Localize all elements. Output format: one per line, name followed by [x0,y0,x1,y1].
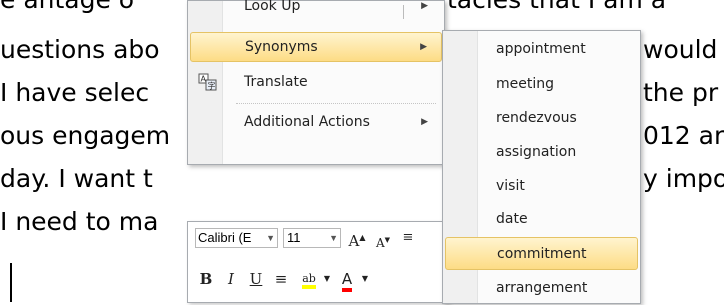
menu-item-label: Additional Actions [244,114,370,130]
synonym-label: rendezvous [496,110,577,126]
highlighter-icon: ab [302,272,316,289]
doc-text-line: I have selec [0,78,150,107]
doc-text-line: uestions abo [0,35,160,64]
format-painter-icon[interactable]: ≡ [398,227,418,249]
doc-text-line-top-right: itacles that I am a [440,0,666,15]
underline-icon: U [249,270,263,288]
synonym-item[interactable]: visit [445,170,638,203]
synonym-label: visit [496,178,525,194]
synonym-item[interactable]: meeting [445,68,638,101]
shrink-font-button[interactable]: A▼ [372,229,394,251]
menu-item-translate[interactable]: A 字 Translate [190,67,442,97]
doc-text-line-right: y impo [643,164,724,193]
synonym-item[interactable]: rendezvous [445,102,638,135]
synonym-item[interactable]: appointment [445,33,638,66]
submenu-arrow-icon: ▶ [420,42,427,52]
doc-text-line: I need to ma [0,207,159,236]
highlight-color-button[interactable]: ab [296,268,322,290]
synonym-item-selected[interactable]: commitment [445,237,638,270]
font-name-combo[interactable]: Calibri (E ▼ [195,228,278,248]
center-align-button[interactable]: ≡ [271,268,291,290]
synonym-label: date [496,211,528,227]
chevron-down-icon[interactable]: ▼ [329,229,338,247]
menu-item-label: Synonyms [245,39,318,55]
submenu-arrow-icon: ▶ [421,1,428,11]
synonym-item[interactable]: date [445,203,638,236]
grow-font-icon: A [348,232,360,250]
shrink-font-icon: A [375,236,385,250]
doc-text-line-top: e antage o [0,0,134,15]
chevron-down-icon[interactable]: ▼ [360,268,370,290]
chevron-down-icon[interactable]: ▼ [322,268,332,290]
doc-text-line-right: 012 ar [643,121,724,150]
align-center-icon: ≡ [274,270,288,288]
synonym-label: commitment [497,246,587,262]
doc-text-line-right: would [643,35,718,64]
doc-text-line-right: the pr [643,78,719,107]
menu-item-additional-actions[interactable]: Additional Actions ▶ [190,107,442,137]
submenu-arrow-icon: ▶ [421,117,428,127]
italic-icon: I [228,270,234,288]
menu-item-label: Look Up [244,0,301,14]
synonym-label: assignation [496,144,577,160]
synonym-label: arrangement [496,280,588,296]
context-menu: Look Up ▶ Synonyms ▶ A 字 Translate Addit… [187,0,445,165]
translate-icon: A 字 [198,72,218,92]
menu-separator [236,103,436,105]
font-color-button[interactable]: A [336,268,358,292]
font-name-value: Calibri (E [198,230,252,245]
bold-icon: B [199,270,213,288]
menu-item-label: Translate [244,74,308,90]
document-margin-line [10,263,12,302]
bold-button[interactable]: B [196,268,216,290]
synonym-label: appointment [496,41,586,57]
menu-item-synonyms[interactable]: Synonyms ▶ [190,32,442,62]
doc-text-line: ous engagem [0,121,171,150]
font-size-combo[interactable]: 11 ▼ [283,228,341,248]
mini-toolbar: Calibri (E ▼ 11 ▼ A▲ A▼ ≡ B I U ≡ ab ▼ A… [187,221,449,303]
italic-button[interactable]: I [221,268,241,290]
synonym-item[interactable]: arrangement [445,272,638,305]
font-size-value: 11 [287,230,301,245]
synonyms-submenu: appointment meeting rendezvous assignati… [442,30,641,304]
grow-font-button[interactable]: A▲ [346,227,368,250]
underline-button[interactable]: U [246,268,266,290]
synonym-item[interactable]: assignation [445,136,638,169]
menu-split-divider [403,5,404,19]
synonym-label: meeting [496,76,555,92]
chevron-down-icon[interactable]: ▼ [266,229,275,247]
svg-text:字: 字 [208,81,216,91]
doc-text-line: day. I want t [0,164,153,193]
font-color-icon: A [341,270,353,292]
menu-item-look-up[interactable]: Look Up ▶ [190,0,442,21]
